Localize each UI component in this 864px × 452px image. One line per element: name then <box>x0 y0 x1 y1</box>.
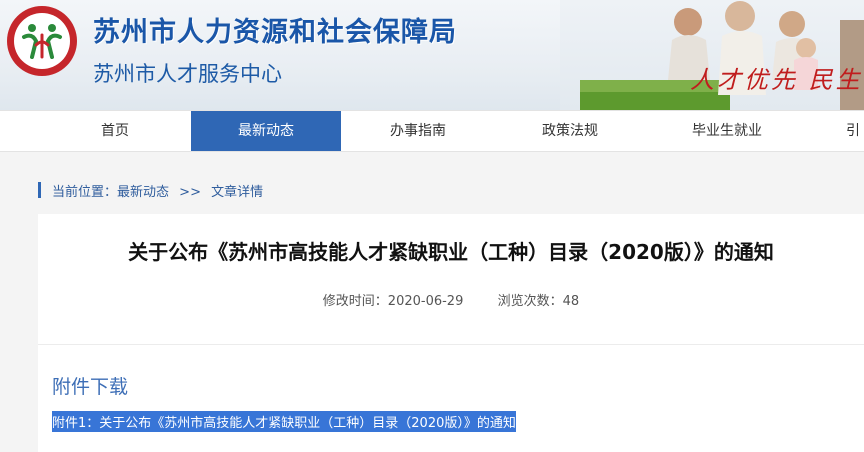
breadcrumb-marker <box>38 182 41 198</box>
breadcrumb-current: 文章详情 <box>211 185 264 200</box>
modified-label: 修改时间： <box>322 294 388 309</box>
attachments-heading: 附件下载 <box>52 376 129 398</box>
nav-item-graduate-employment[interactable]: 毕业生就业 <box>647 111 807 151</box>
article-panel: 关于公布《苏州市高技能人才紧缺职业（工种）目录（2020版）》的通知 修改时间：… <box>38 214 864 452</box>
nav-item-service-guide[interactable]: 办事指南 <box>343 111 493 151</box>
site-subtitle: 苏州市人才服务中心 <box>93 62 282 86</box>
breadcrumb: 当前位置：最新动态 >> 文章详情 <box>52 181 263 200</box>
nav-item-latest-news[interactable]: 最新动态 <box>191 111 341 151</box>
breadcrumb-section-link[interactable]: 最新动态 <box>117 185 169 200</box>
breadcrumb-separator: >> <box>179 185 201 200</box>
nav-item-policies[interactable]: 政策法规 <box>495 111 645 151</box>
views-count: 48 <box>562 294 580 309</box>
nav-item-home[interactable]: 首页 <box>40 111 190 151</box>
logo-emblem-icon[interactable] <box>7 6 77 76</box>
views-label: 浏览次数： <box>497 294 563 309</box>
main-nav: 首页 最新动态 办事指南 政策法规 毕业生就业 引 <box>0 110 864 152</box>
site-title: 苏州市人力资源和社会保障局 <box>93 17 457 48</box>
modified-date: 2020-06-29 <box>387 294 464 309</box>
article-meta: 修改时间：2020-06-29 浏览次数：48 <box>38 290 864 309</box>
article-title: 关于公布《苏州市高技能人才紧缺职业（工种）目录（2020版）》的通知 <box>128 240 774 264</box>
site-header: 苏州市人力资源和社会保障局 苏州市人才服务中心 人才优先 民生 <box>0 0 864 110</box>
attachment-link[interactable]: 附件1：关于公布《苏州市高技能人才紧缺职业（工种）目录（2020版）》的通知 <box>52 411 516 432</box>
divider <box>38 344 864 345</box>
breadcrumb-prefix: 当前位置： <box>52 185 118 200</box>
nav-item-truncated[interactable]: 引 <box>846 111 864 151</box>
logo-figures-icon <box>22 24 62 59</box>
banner-slogan: 人才优先 民生 <box>690 66 863 94</box>
